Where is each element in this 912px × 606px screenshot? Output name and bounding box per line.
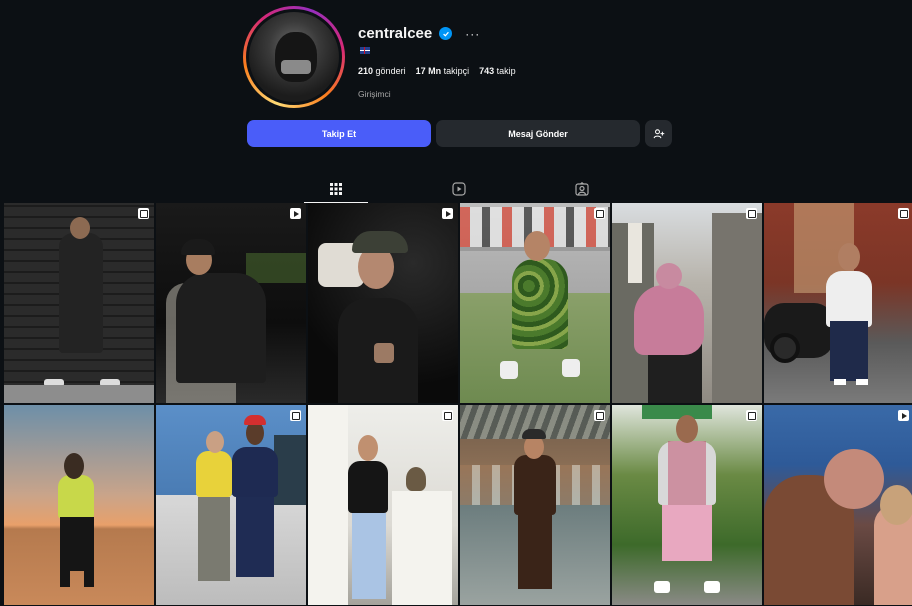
post-thumbnail[interactable] [4, 405, 154, 605]
carousel-icon [746, 208, 757, 219]
tab-reels[interactable] [439, 177, 479, 201]
uk-flag-icon [360, 47, 370, 54]
ellipsis-icon[interactable]: ··· [465, 28, 480, 40]
suggested-accounts-button[interactable] [645, 120, 672, 147]
post-thumbnail[interactable] [460, 203, 610, 403]
carousel-icon [442, 410, 453, 421]
profile-stats: 210 gönderi 17 Mn takipçi 743 takip [358, 66, 516, 76]
reel-icon [290, 208, 301, 219]
avatar-frame [246, 9, 342, 105]
profile-avatar-ring[interactable] [243, 6, 345, 108]
carousel-icon [746, 410, 757, 421]
posts-grid [4, 203, 912, 605]
post-thumbnail[interactable] [156, 405, 306, 605]
carousel-icon [594, 208, 605, 219]
profile-tabs [0, 177, 912, 203]
message-button[interactable]: Mesaj Gönder [436, 120, 640, 147]
tagged-icon [575, 182, 589, 196]
post-thumbnail[interactable] [612, 405, 762, 605]
post-thumbnail[interactable] [460, 405, 610, 605]
add-person-icon [653, 128, 664, 138]
reel-icon [898, 410, 909, 421]
tab-posts[interactable] [304, 177, 368, 203]
username: centralcee [358, 25, 433, 42]
carousel-icon [898, 208, 909, 219]
reel-icon [442, 208, 453, 219]
post-thumbnail[interactable] [308, 203, 458, 403]
verified-badge-icon [439, 27, 453, 40]
grid-icon [330, 183, 342, 195]
profile-bio: Girişimci [358, 89, 391, 99]
post-thumbnail[interactable] [4, 203, 154, 403]
post-thumbnail[interactable] [612, 203, 762, 403]
carousel-icon [138, 208, 149, 219]
post-thumbnail[interactable] [308, 405, 458, 605]
post-thumbnail[interactable] [764, 405, 912, 605]
following-count[interactable]: 743 takip [479, 66, 516, 76]
posts-count: 210 gönderi [358, 66, 406, 76]
post-thumbnail[interactable] [764, 203, 912, 403]
reels-icon [452, 182, 466, 196]
username-row: centralcee ··· [358, 25, 480, 42]
tab-tagged[interactable] [562, 177, 602, 201]
carousel-icon [290, 410, 301, 421]
avatar [249, 12, 339, 102]
post-thumbnail[interactable] [156, 203, 306, 403]
carousel-icon [594, 410, 605, 421]
follow-button[interactable]: Takip Et [247, 120, 431, 147]
followers-count[interactable]: 17 Mn takipçi [416, 66, 470, 76]
